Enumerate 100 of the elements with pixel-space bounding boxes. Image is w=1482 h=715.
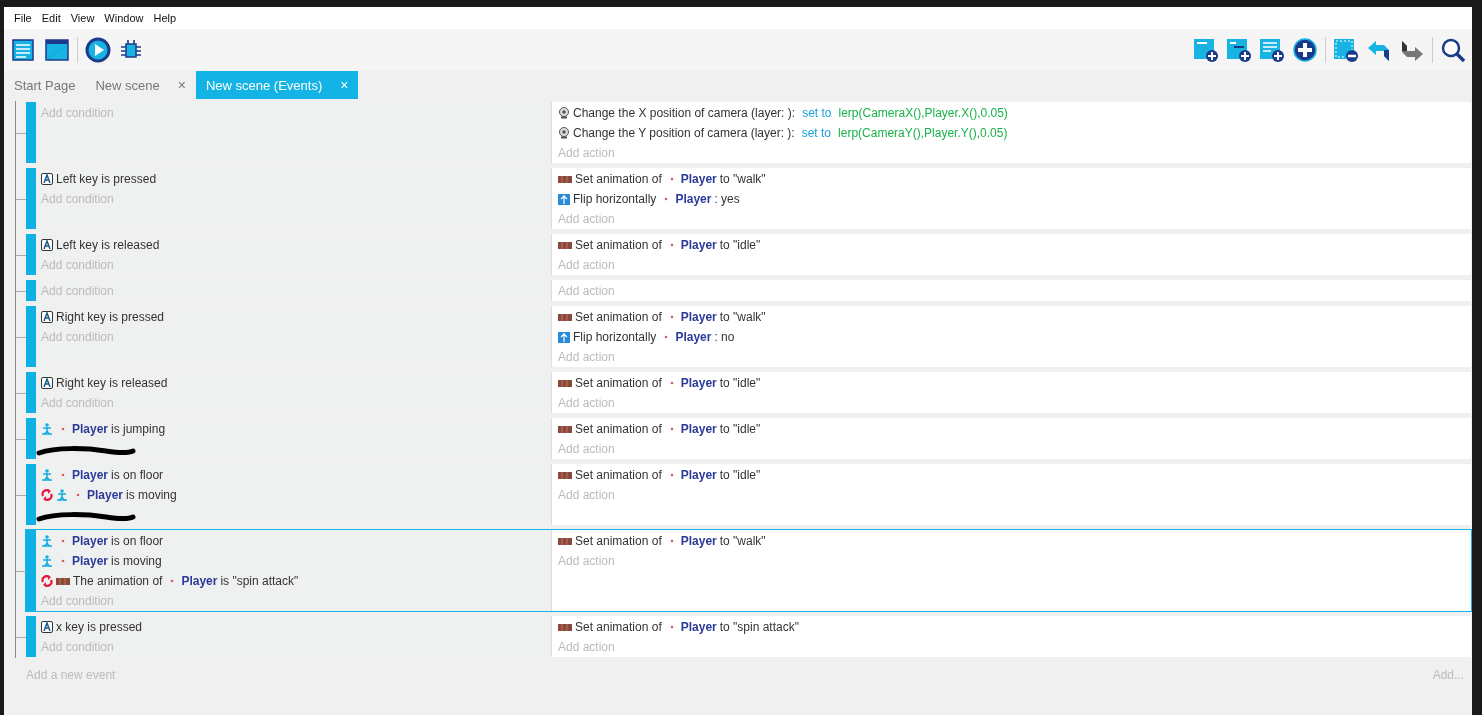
object-name: Player <box>675 192 712 206</box>
condition-text: x key is pressed <box>56 620 143 634</box>
expression-text: lerp(CameraY(),Player.Y(),0.05) <box>838 126 1008 140</box>
plus-icon[interactable] <box>1292 37 1318 63</box>
condition-text: is on floor <box>111 534 164 548</box>
condition-text: Right key is released <box>56 376 168 390</box>
flip-icon <box>558 193 570 205</box>
menu-item[interactable]: Edit <box>36 12 66 24</box>
key-icon <box>41 311 53 323</box>
object-dot-icon <box>668 624 675 630</box>
object-name: Player <box>680 534 717 548</box>
menu-item[interactable]: File <box>9 12 37 24</box>
object-dot-icon <box>668 314 675 320</box>
object-name: Player <box>72 468 109 482</box>
object-name: Player <box>181 574 218 588</box>
delete-icon[interactable] <box>1333 37 1359 63</box>
object-name: Player <box>72 422 109 436</box>
film-icon <box>558 535 572 547</box>
add-action-link[interactable]: Add action <box>558 637 1471 657</box>
object-name: Player <box>680 310 717 324</box>
object-name: Player <box>680 238 717 252</box>
tab[interactable]: Start Page <box>4 71 86 99</box>
action-text: Set animation of <box>575 376 662 390</box>
menu-item[interactable]: View <box>65 12 100 24</box>
search-icon[interactable] <box>1440 37 1466 63</box>
event-bar <box>26 464 36 525</box>
tab[interactable]: New scene (Events) × <box>195 71 359 99</box>
condition-text: is on floor <box>111 468 164 482</box>
object-name: Player <box>87 488 124 502</box>
condition-text: Left key is pressed <box>56 172 157 186</box>
event-bar <box>26 280 36 301</box>
object-dot-icon <box>668 176 675 182</box>
action-text: Set animation of <box>575 620 662 634</box>
action-text: Change the Y position of camera (layer: ): <box>573 126 795 140</box>
object-dot-icon <box>668 380 675 386</box>
menu-item[interactable]: Window <box>99 12 149 24</box>
action-text: to "walk" <box>719 172 766 186</box>
figure-icon <box>41 555 53 567</box>
action-text: Set animation of <box>575 534 662 548</box>
event-bar <box>26 102 36 163</box>
action-text: to "idle" <box>719 422 761 436</box>
action-text: to "idle" <box>719 468 761 482</box>
action-text: to "walk" <box>719 534 766 548</box>
film-icon <box>558 423 572 435</box>
event-bar <box>26 306 36 367</box>
key-icon <box>41 239 53 251</box>
action-text: Set animation of <box>575 172 662 186</box>
object-name: Player <box>675 330 712 344</box>
add-action-link[interactable]: Add action <box>558 209 1471 229</box>
event-bar <box>26 372 36 413</box>
close-button[interactable]: × <box>177 77 186 93</box>
play-icon[interactable] <box>85 37 111 63</box>
camera-icon <box>558 107 570 119</box>
document-list-icon[interactable] <box>11 37 37 63</box>
action-text: to "idle" <box>719 376 761 390</box>
condition-text: is moving <box>126 488 177 502</box>
condition-text: The animation of <box>73 574 163 588</box>
film-icon <box>558 377 572 389</box>
tab[interactable]: New scene × <box>85 71 196 99</box>
add-action-link[interactable]: Add action <box>558 439 1471 459</box>
add-action-link[interactable]: Add action <box>558 393 1471 413</box>
object-dot-icon <box>668 472 675 478</box>
close-button[interactable]: × <box>340 77 349 93</box>
expression-text: lerp(CameraX(),Player.X(),0.05) <box>838 106 1008 120</box>
figure-icon <box>41 469 53 481</box>
add-action-link[interactable]: Add action <box>558 347 1471 367</box>
action-text: : no <box>714 330 735 344</box>
film-icon <box>56 575 70 587</box>
action-text: Set animation of <box>575 310 662 324</box>
condition-text: is jumping <box>111 422 166 436</box>
window-icon[interactable] <box>44 37 70 63</box>
operator-text: set to <box>801 126 832 140</box>
object-name: Player <box>680 468 717 482</box>
object-dot-icon <box>75 492 81 498</box>
menu-item[interactable]: Help <box>148 12 182 24</box>
object-dot-icon <box>668 242 675 248</box>
add-event-icon[interactable] <box>1193 37 1219 63</box>
event-bar <box>26 168 36 229</box>
add-comment-icon[interactable] <box>1259 37 1285 63</box>
operator-text: set to <box>802 106 832 120</box>
object-dot-icon <box>60 538 66 544</box>
condition-text: is moving <box>111 554 162 568</box>
action-text: Set animation of <box>575 468 662 482</box>
add-action-link[interactable]: Add action <box>558 143 1471 163</box>
film-icon <box>558 173 572 185</box>
action-text: to "idle" <box>719 238 761 252</box>
object-dot-icon <box>60 558 66 564</box>
object-name: Player <box>72 534 109 548</box>
action-text: Flip horizontally <box>573 192 657 206</box>
add-action-link[interactable]: Add action <box>558 485 1471 505</box>
object-dot-icon <box>60 472 66 478</box>
add-action-link[interactable]: Add action <box>558 255 1471 275</box>
object-name: Player <box>680 376 717 390</box>
add-action-link[interactable]: Add action <box>558 551 1471 571</box>
event-bar <box>26 234 36 275</box>
add-subevent-icon[interactable] <box>1226 37 1252 63</box>
object-dot-icon <box>668 538 675 544</box>
key-icon <box>41 173 53 185</box>
event-bar <box>26 616 36 657</box>
camera-icon <box>558 127 570 139</box>
